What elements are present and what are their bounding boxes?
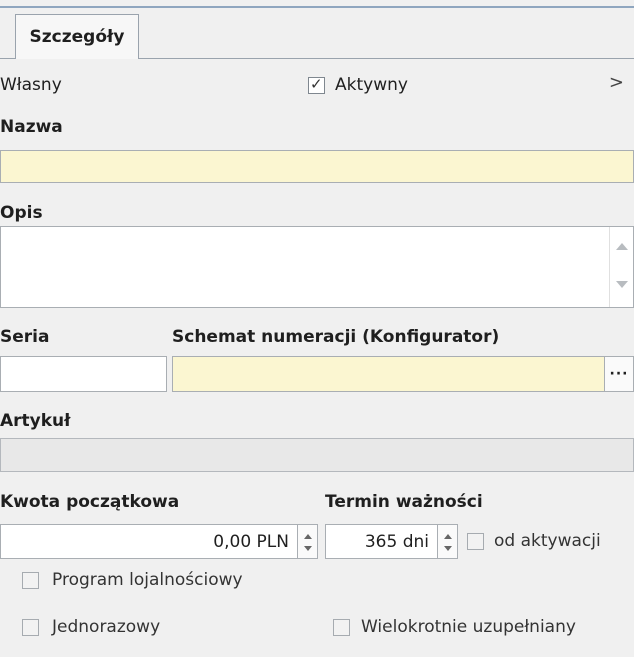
kwota-label: Kwota początkowa — [0, 492, 180, 512]
opis-textarea[interactable] — [0, 226, 634, 308]
schemat-input[interactable]: ··· — [172, 356, 634, 392]
scroll-down-icon[interactable] — [616, 281, 628, 288]
spinner-up-icon[interactable] — [444, 534, 452, 539]
schemat-browse-button[interactable]: ··· — [604, 357, 633, 391]
wielokrotnie-label: Wielokrotnie uzupełniany — [361, 617, 576, 637]
seria-input[interactable] — [0, 356, 167, 392]
jednorazowy-checkbox[interactable] — [22, 619, 39, 636]
tab-szczegoly[interactable]: Szczegóły — [15, 14, 139, 59]
tab-bar: Szczegóły — [0, 14, 634, 59]
opis-scrollbar[interactable] — [609, 227, 633, 307]
artykul-label: Artykuł — [0, 411, 71, 431]
nazwa-label: Nazwa — [0, 117, 63, 137]
termin-value: 365 dni — [364, 531, 429, 552]
tab-label: Szczegóły — [29, 26, 125, 47]
jednorazowy-label: Jednorazowy — [52, 617, 161, 637]
kwota-value: 0,00 PLN — [213, 531, 289, 552]
schemat-label: Schemat numeracji (Konfigurator) — [172, 327, 500, 347]
termin-label: Termin ważności — [325, 492, 483, 512]
program-label: Program lojalnościowy — [52, 570, 243, 590]
termin-input[interactable]: 365 dni — [325, 524, 458, 559]
artykul-input — [0, 438, 634, 472]
seria-label: Seria — [0, 327, 50, 347]
opis-label: Opis — [0, 203, 43, 223]
aktywny-label: Aktywny — [335, 75, 408, 95]
termin-spinner[interactable] — [437, 525, 457, 558]
kwota-spinner[interactable] — [297, 525, 317, 558]
wielokrotnie-checkbox[interactable] — [333, 619, 350, 636]
spinner-down-icon[interactable] — [444, 546, 452, 551]
od-aktywacji-checkbox[interactable] — [467, 533, 484, 550]
aktywny-checkbox[interactable] — [308, 75, 325, 94]
top-border — [0, 6, 634, 8]
nazwa-input[interactable] — [0, 150, 634, 183]
spinner-down-icon[interactable] — [304, 546, 312, 551]
chevron-right-icon[interactable]: > — [609, 72, 624, 93]
scroll-up-icon[interactable] — [616, 243, 628, 250]
program-checkbox[interactable] — [22, 572, 39, 589]
od-aktywacji-label: od aktywacji — [494, 531, 601, 551]
wlasny-label: Własny — [0, 75, 62, 95]
spinner-up-icon[interactable] — [304, 534, 312, 539]
kwota-input[interactable]: 0,00 PLN — [0, 524, 318, 559]
